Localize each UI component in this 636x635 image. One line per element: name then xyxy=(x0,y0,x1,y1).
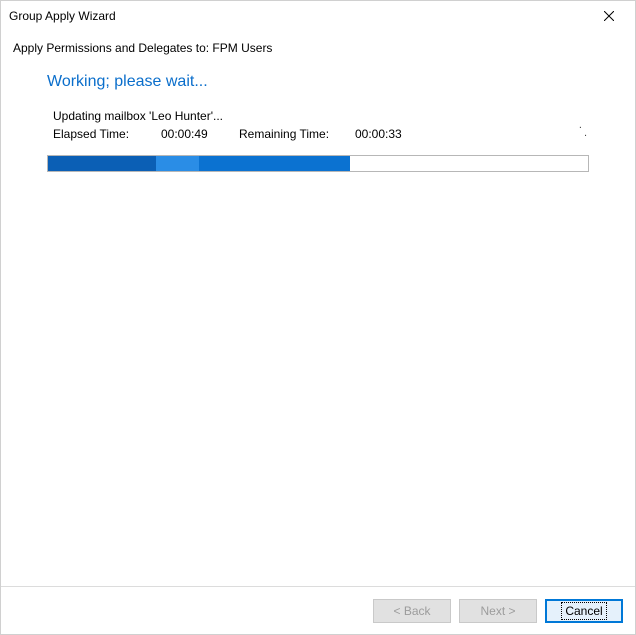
cancel-button[interactable]: Cancel xyxy=(545,599,623,623)
spinner-icon: . . xyxy=(579,121,589,137)
wizard-content: Working; please wait... Updating mailbox… xyxy=(1,73,635,172)
window-title: Group Apply Wizard xyxy=(9,9,587,23)
subtitle-text: Apply Permissions and Delegates to: FPM … xyxy=(1,31,635,73)
back-button: < Back xyxy=(373,599,451,623)
time-row: Elapsed Time: 00:00:49 Remaining Time: 0… xyxy=(53,127,589,141)
progress-segment xyxy=(48,156,156,171)
next-button: Next > xyxy=(459,599,537,623)
elapsed-label: Elapsed Time: xyxy=(53,127,161,141)
close-icon xyxy=(604,11,614,21)
elapsed-value: 00:00:49 xyxy=(161,127,239,141)
remaining-value: 00:00:33 xyxy=(355,127,402,141)
close-button[interactable] xyxy=(587,2,631,30)
remaining-label: Remaining Time: xyxy=(239,127,355,141)
progress-segment xyxy=(199,156,350,171)
progress-bar xyxy=(47,155,589,172)
progress-segment xyxy=(156,156,199,171)
page-heading: Working; please wait... xyxy=(47,73,589,91)
wizard-footer: < Back Next > Cancel xyxy=(1,586,635,634)
titlebar: Group Apply Wizard xyxy=(1,1,635,31)
status-text: Updating mailbox 'Leo Hunter'... xyxy=(53,109,589,123)
